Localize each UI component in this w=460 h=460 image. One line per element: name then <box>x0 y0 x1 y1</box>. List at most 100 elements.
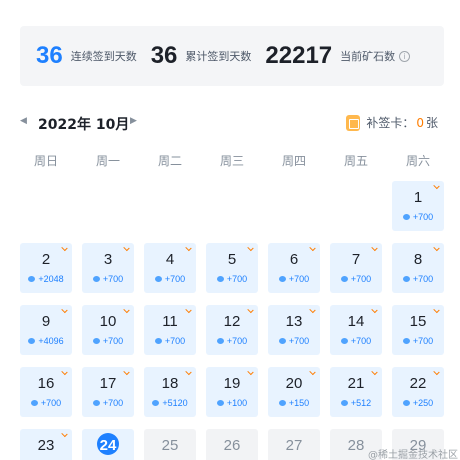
day-cell[interactable]: 3 +700 <box>82 243 134 293</box>
day-cell[interactable]: 18 +5120 <box>144 367 196 417</box>
reward-amount: +700 <box>412 336 434 346</box>
reward-amount: +512 <box>350 398 372 408</box>
weekday-sat: 周六 <box>405 154 430 168</box>
day-cell[interactable]: 25 <box>144 429 196 460</box>
day-reward: +700 <box>82 398 134 408</box>
day-cell[interactable]: 22 +250 <box>392 367 444 417</box>
day-number: 14 <box>347 313 365 330</box>
reward-amount: +2048 <box>38 274 64 284</box>
day-cell[interactable]: 2 +2048 <box>20 243 72 293</box>
reward-amount: +100 <box>226 398 248 408</box>
day-cell[interactable]: 19 +100 <box>206 367 258 417</box>
day-reward: +2048 <box>20 274 72 284</box>
day-cell[interactable]: 6 +700 <box>268 243 320 293</box>
day-number: 25 <box>161 437 179 454</box>
day-cell[interactable]: 20 +150 <box>268 367 320 417</box>
day-cell[interactable]: 15 +700 <box>392 305 444 355</box>
ore-value: 22217 <box>265 42 333 69</box>
day-number: 13 <box>285 313 303 330</box>
reward-amount: +700 <box>102 398 124 408</box>
day-cell[interactable]: 5 +700 <box>206 243 258 293</box>
day-number: 16 <box>37 375 55 392</box>
day-cell[interactable]: 12 +700 <box>206 305 258 355</box>
ore-icon <box>278 276 286 282</box>
day-reward: +700 <box>144 274 196 284</box>
day-cell[interactable]: 8 +700 <box>392 243 444 293</box>
reward-amount: +700 <box>350 336 372 346</box>
day-cell[interactable]: 16 +700 <box>20 367 72 417</box>
reward-amount: +5120 <box>162 398 188 408</box>
reward-amount: +150 <box>288 398 310 408</box>
day-number: 1 <box>413 189 423 206</box>
day-number: 9 <box>41 313 51 330</box>
day-reward: +700 <box>392 212 444 222</box>
day-cell[interactable]: 14 +700 <box>330 305 382 355</box>
reward-amount: +700 <box>102 336 124 346</box>
day-number: 26 <box>223 437 241 454</box>
day-cell[interactable]: 9 +4096 <box>20 305 72 355</box>
day-number: 6 <box>289 251 299 268</box>
day-number: 2 <box>41 251 51 268</box>
day-number: 20 <box>285 375 303 392</box>
ore-icon <box>278 400 286 406</box>
ore-icon <box>278 338 286 344</box>
weekday-header: 周日 周一 周二 周三 周四 周五 周六 <box>20 152 444 168</box>
ore-icon <box>28 338 36 344</box>
day-reward: +700 <box>330 274 382 284</box>
day-number: 24 <box>99 437 117 454</box>
ore-icon <box>340 276 348 282</box>
day-reward: +700 <box>268 274 320 284</box>
consecutive-stat: 36 连续签到天数 <box>36 42 137 70</box>
weekday-thu: 周四 <box>281 154 306 168</box>
day-cell[interactable]: 26 <box>206 429 258 460</box>
reward-amount: +700 <box>40 398 62 408</box>
day-reward: +150 <box>268 398 320 408</box>
day-cell[interactable]: 11 +700 <box>144 305 196 355</box>
day-cell[interactable]: 10 +700 <box>82 305 134 355</box>
ore-icon <box>216 400 224 406</box>
ore-icon <box>92 276 100 282</box>
ore-icon <box>30 400 38 406</box>
reward-amount: +700 <box>288 336 310 346</box>
prev-month-icon[interactable]: ◀ <box>20 116 27 126</box>
day-reward: +512 <box>330 398 382 408</box>
day-number: 23 <box>37 437 55 454</box>
day-cell[interactable]: 23 <box>20 429 72 460</box>
reward-amount: +700 <box>412 274 434 284</box>
day-reward: +700 <box>392 336 444 346</box>
reward-amount: +700 <box>226 274 248 284</box>
day-number: 8 <box>413 251 423 268</box>
day-number: 18 <box>161 375 179 392</box>
day-cell[interactable]: 24 <box>82 429 134 460</box>
day-number: 10 <box>99 313 117 330</box>
consecutive-days-value: 36 <box>36 42 63 69</box>
day-cell[interactable]: 27 <box>268 429 320 460</box>
ore-icon <box>152 400 160 406</box>
day-reward: +700 <box>82 274 134 284</box>
ore-icon <box>340 338 348 344</box>
weekday-fri: 周五 <box>343 154 368 168</box>
day-reward: +4096 <box>20 336 72 346</box>
ore-icon <box>216 276 224 282</box>
ore-stat: 22217 当前矿石数 i <box>265 42 411 70</box>
day-cell[interactable]: 1 +700 <box>392 181 444 231</box>
watermark: @稀土掘金技术社区 <box>368 450 458 460</box>
day-cell[interactable]: 7 +700 <box>330 243 382 293</box>
makeup-card-info[interactable]: 补签卡： 0 张 <box>346 114 438 131</box>
makeup-label: 补签卡： <box>366 116 415 130</box>
day-number: 21 <box>347 375 365 392</box>
day-cell[interactable]: 21 +512 <box>330 367 382 417</box>
weekday-wed: 周三 <box>219 154 244 168</box>
reward-amount: +250 <box>412 398 434 408</box>
day-reward: +700 <box>82 336 134 346</box>
day-cell[interactable]: 13 +700 <box>268 305 320 355</box>
ore-icon <box>402 400 410 406</box>
day-cell[interactable]: 4 +700 <box>144 243 196 293</box>
day-cell[interactable]: 17 +700 <box>82 367 134 417</box>
info-icon[interactable]: i <box>399 50 411 62</box>
day-reward: +700 <box>144 336 196 346</box>
total-days-label: 累计签到天数 <box>185 50 252 63</box>
weekday-mon: 周一 <box>95 154 120 168</box>
next-month-icon[interactable]: ▶ <box>130 116 137 126</box>
day-number: 11 <box>162 313 178 330</box>
